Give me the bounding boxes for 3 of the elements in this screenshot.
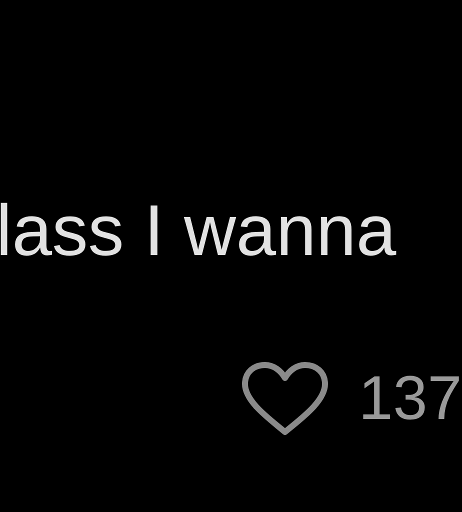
heart-icon[interactable]	[240, 362, 329, 436]
like-count: 137	[358, 363, 462, 435]
post-text: lass I wanna	[0, 190, 396, 273]
